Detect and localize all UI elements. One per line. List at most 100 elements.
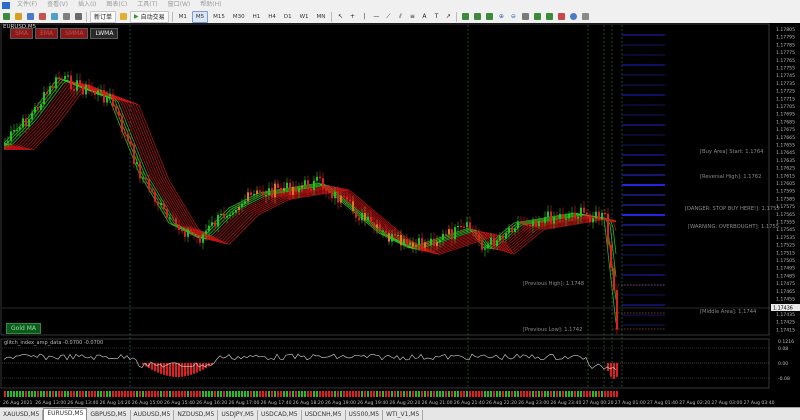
- tile-windows-icon[interactable]: [520, 12, 530, 22]
- strategy-tester-icon[interactable]: [73, 12, 83, 22]
- signal-bar: [319, 391, 321, 397]
- timeframe-h1[interactable]: H1: [250, 12, 264, 22]
- signal-bar: [160, 391, 162, 397]
- signal-bar: [592, 391, 594, 397]
- cursor-icon[interactable]: ↖: [335, 12, 345, 22]
- arrow-icon[interactable]: ↗: [443, 12, 453, 22]
- candle-body: [205, 231, 207, 235]
- market-watch-icon[interactable]: [25, 12, 35, 22]
- histogram-bar: [175, 363, 177, 377]
- signal-bar: [124, 391, 126, 397]
- signal-bar: [493, 391, 495, 397]
- periods-icon[interactable]: [568, 12, 578, 22]
- menu-item-help[interactable]: 帮助(H): [195, 0, 226, 10]
- candle-body: [82, 85, 84, 95]
- trendline-icon[interactable]: ⟋: [383, 12, 393, 22]
- candle-body: [4, 142, 6, 146]
- timeframe-mn[interactable]: MN: [314, 12, 329, 22]
- signal-bar: [355, 391, 357, 397]
- lwma-button[interactable]: LWMA: [90, 28, 119, 39]
- main-pane-border: [0, 23, 770, 336]
- fibonacci-icon[interactable]: ≡: [407, 12, 417, 22]
- signal-bar: [163, 391, 165, 397]
- zoom-out-icon[interactable]: ⊖: [508, 12, 518, 22]
- indicators-icon[interactable]: [556, 12, 566, 22]
- candle-body: [319, 176, 321, 179]
- terminal-icon[interactable]: [61, 12, 71, 22]
- crosshair-icon[interactable]: +: [347, 12, 357, 22]
- time-tick: 26 Aug 22:20: [486, 400, 517, 406]
- timeframe-h4[interactable]: H4: [265, 12, 279, 22]
- candle-body: [277, 183, 279, 189]
- label-icon[interactable]: T: [431, 12, 441, 22]
- signal-strip: [4, 391, 618, 397]
- ema-button[interactable]: EMA: [35, 28, 59, 39]
- candle-body: [100, 90, 102, 92]
- templates-icon[interactable]: [580, 12, 590, 22]
- signal-bar: [127, 391, 129, 397]
- timeframe-w1[interactable]: W1: [297, 12, 312, 22]
- timeframe-m15[interactable]: M15: [210, 12, 228, 22]
- signal-bar: [418, 391, 420, 397]
- candle-body: [610, 244, 612, 268]
- candle-body: [508, 227, 510, 233]
- candle-body: [118, 110, 120, 116]
- gold-ma-button[interactable]: Gold MA: [6, 323, 41, 334]
- timeframe-m1[interactable]: M1: [176, 12, 190, 22]
- menu-item-view[interactable]: 查看(V): [42, 0, 73, 10]
- profiles-icon[interactable]: [13, 12, 23, 22]
- smma-button[interactable]: SMMA: [60, 28, 89, 39]
- timeframe-m30[interactable]: M30: [230, 12, 248, 22]
- metaeditor-icon[interactable]: [118, 12, 128, 22]
- signal-bar: [229, 391, 231, 397]
- indicator-histogram: [142, 363, 618, 379]
- zoom-in-icon[interactable]: ⊕: [496, 12, 506, 22]
- data-window-icon[interactable]: [49, 12, 59, 22]
- bar-chart-icon[interactable]: [460, 12, 470, 22]
- candle-body: [370, 216, 372, 223]
- chart-window[interactable]: [Buy Area] Start: 1.1764 [Reversal High]:…: [0, 23, 800, 408]
- candle-body: [496, 240, 498, 247]
- signal-bar: [412, 391, 414, 397]
- chart-shift-icon[interactable]: [544, 12, 554, 22]
- signal-bar: [211, 391, 213, 397]
- candle-body: [304, 180, 306, 186]
- signal-bar: [373, 391, 375, 397]
- menu-item-file[interactable]: 文件(F): [12, 0, 42, 10]
- text-icon[interactable]: A: [419, 12, 429, 22]
- new-chart-icon[interactable]: [1, 12, 11, 22]
- menu-item-window[interactable]: 窗口(W): [163, 0, 196, 10]
- time-tick: 26 Aug 15:00: [132, 400, 163, 406]
- candlestick-icon[interactable]: [472, 12, 482, 22]
- signal-bar: [517, 391, 519, 397]
- vertical-line-icon[interactable]: |: [359, 12, 369, 22]
- time-tick: 26 Aug 13:00: [35, 400, 66, 406]
- price-tick: 1.17715: [776, 96, 795, 102]
- horizontal-line-icon[interactable]: —: [371, 12, 381, 22]
- timeframe-m5[interactable]: M5: [191, 10, 209, 23]
- separator: [86, 11, 87, 22]
- line-chart-icon[interactable]: [484, 12, 494, 22]
- menu-item-insert[interactable]: 插入(I): [73, 0, 101, 10]
- candle-body: [364, 213, 366, 221]
- candle-body: [175, 218, 177, 225]
- tab-eurusd[interactable]: EURUSD,M5: [43, 408, 88, 420]
- candle-body: [103, 90, 105, 103]
- candle-body: [313, 180, 315, 191]
- signal-bar: [70, 391, 72, 397]
- signal-bar: [154, 391, 156, 397]
- signal-bar: [382, 391, 384, 397]
- time-tick: 26 Aug 13:40: [67, 400, 98, 406]
- sma-button[interactable]: SMA: [10, 28, 34, 39]
- autoscroll-icon[interactable]: [532, 12, 542, 22]
- new-order-button[interactable]: 新订单: [90, 10, 117, 23]
- menu-item-tools[interactable]: 工具(T): [132, 0, 162, 10]
- price-tick: 1.17615: [776, 173, 795, 179]
- channel-icon[interactable]: ⫽: [395, 12, 405, 22]
- candle-body: [190, 229, 192, 233]
- timeframe-d1[interactable]: D1: [281, 12, 295, 22]
- menu-item-charts[interactable]: 图表(C): [101, 0, 132, 10]
- navigator-icon[interactable]: [37, 12, 47, 22]
- price-chart[interactable]: [Buy Area] Start: 1.1764 [Reversal High]:…: [0, 23, 800, 408]
- autotrade-button[interactable]: ▶ 自动交易: [130, 10, 169, 23]
